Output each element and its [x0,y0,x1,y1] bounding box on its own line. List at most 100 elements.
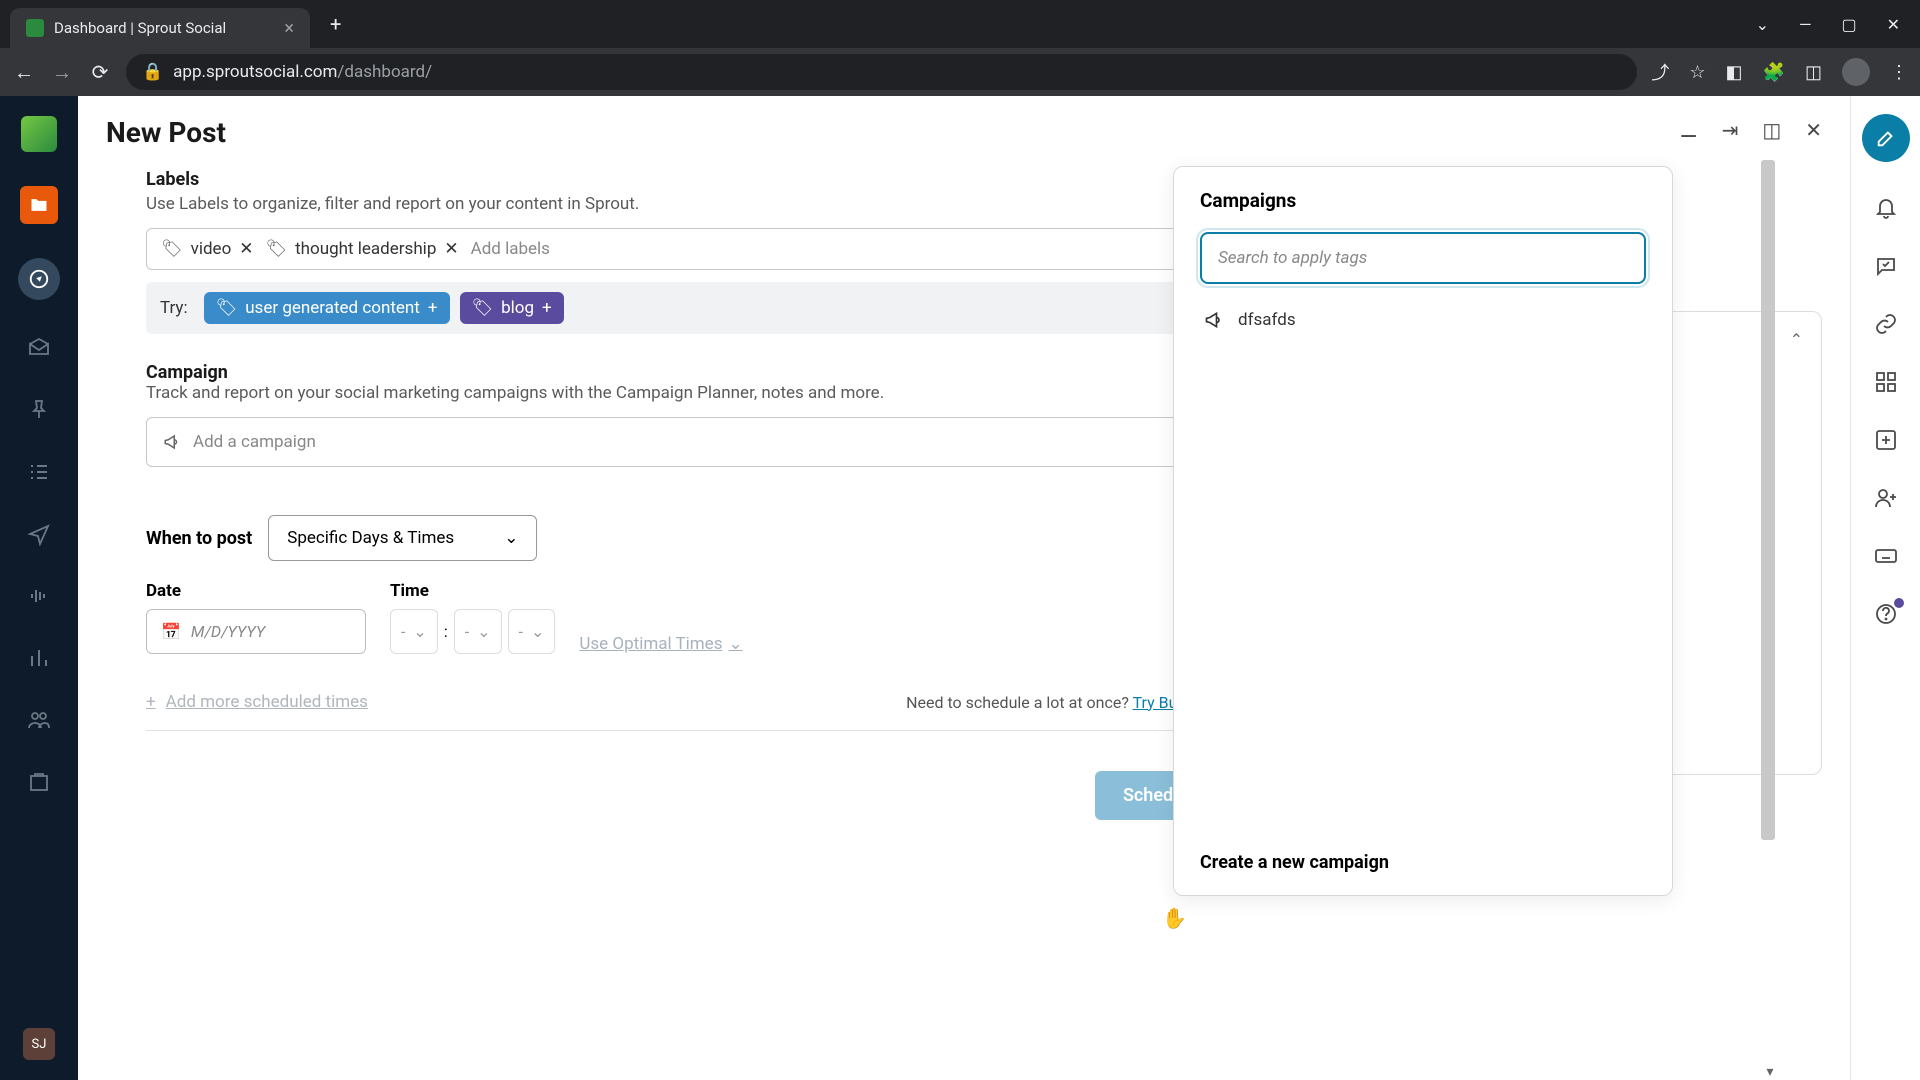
favicon-icon [26,19,44,37]
reload-button[interactable]: ⟳ [88,60,112,84]
extensions-icon[interactable]: 🧩 [1763,62,1785,83]
remove-label-icon[interactable]: ✕ [239,239,253,259]
folder-icon [29,195,49,215]
sidebar-item-pin[interactable] [25,396,53,424]
sidebar-item-send[interactable] [25,520,53,548]
campaigns-popover: Campaigns Search to apply tags dfsafds C… [1173,166,1673,896]
bookmark-icon[interactable]: ☆ [1689,62,1705,83]
profile-avatar-icon[interactable] [1842,58,1870,86]
maximize-icon[interactable]: ▢ [1841,15,1856,34]
add-icon: + [428,298,438,318]
extension-badge-icon[interactable]: ◧ [1726,62,1743,83]
collapse-preview-icon[interactable]: ⌃ [1790,330,1803,349]
scroll-down-icon[interactable]: ▾ [1761,1064,1779,1080]
chevron-down-icon: ⌄ [477,622,490,641]
megaphone-icon [163,433,181,451]
add-labels-placeholder: Add labels [471,239,550,259]
add-more-times-link[interactable]: + Add more scheduled times [146,692,368,712]
minimize-composer-icon[interactable]: ⚊ [1680,118,1698,142]
close-tab-icon[interactable]: × [284,18,294,39]
apps-button[interactable] [1874,370,1898,394]
time-label: Time [390,581,555,601]
back-button[interactable]: ← [12,60,36,85]
hour-select[interactable]: -⌄ [390,609,438,654]
help-button[interactable] [1874,602,1898,626]
link-icon [1874,312,1898,336]
compose-button[interactable] [1862,114,1910,162]
chevron-down-icon: ⌄ [728,634,742,654]
remove-label-icon[interactable]: ✕ [444,239,458,259]
chevron-down-icon[interactable]: ⌄ [1756,15,1769,34]
notifications-button[interactable] [1874,196,1898,220]
campaign-list-item[interactable]: dfsafds [1200,300,1646,340]
suggestions-row: Try: 🏷 user generated content + 🏷 blog +… [146,282,1272,334]
keyboard-button[interactable] [1874,544,1898,568]
sprout-logo-icon[interactable] [21,116,57,152]
minimize-icon[interactable]: — [1799,15,1812,34]
close-icon[interactable]: ✕ [1805,118,1822,142]
labels-description: Use Labels to organize, filter and repor… [146,194,1272,214]
sidepanel-icon[interactable]: ◫ [1805,62,1822,83]
use-optimal-times-link[interactable]: Use Optimal Times ⌄ [579,634,742,654]
main-content: New Post ⚊ ⇥ ◫ ✕ Labels Clear All Use La… [78,96,1850,1080]
new-tab-button[interactable]: + [330,12,341,36]
share-icon[interactable]: ⤴ [1651,59,1669,85]
dock-right-icon[interactable]: ⇥ [1722,118,1739,142]
tag-icon: 🏷 [161,239,183,259]
plus-icon: + [146,692,156,712]
suggestion-chip[interactable]: 🏷 blog + [460,292,564,324]
close-window-icon[interactable]: ✕ [1887,15,1900,34]
lock-icon: 🔒 [142,62,163,82]
scroll-thumb[interactable] [1761,160,1775,840]
chevron-down-icon: ⌄ [504,528,518,548]
try-label: Try: [160,298,188,318]
add-icon: + [542,298,552,318]
campaign-search-input[interactable]: Search to apply tags [1200,232,1646,284]
address-bar: ← → ⟳ 🔒 app.sproutsocial.com/dashboard/ … [0,48,1920,96]
list-icon [27,460,51,484]
link-button[interactable] [1874,312,1898,336]
add-people-button[interactable] [1874,486,1898,510]
minute-select[interactable]: -⌄ [454,609,502,654]
sidebar-item-compass[interactable] [18,258,60,300]
user-avatar[interactable]: SJ [23,1028,55,1060]
ampm-select[interactable]: -⌄ [508,609,556,654]
when-to-post-label: When to post [146,528,252,549]
sidebar-item-library[interactable] [25,768,53,796]
chat-button[interactable] [1874,254,1898,278]
chevron-down-icon: ⌄ [413,622,426,641]
add-people-icon [1874,486,1898,510]
url-host: app.sproutsocial.com/dashboard/ [173,62,432,82]
sidebar-item-people[interactable] [25,706,53,734]
sidebar-item-reports[interactable] [25,644,53,672]
url-input[interactable]: 🔒 app.sproutsocial.com/dashboard/ [126,54,1637,90]
labels-input[interactable]: 🏷 video ✕ 🏷 thought leadership ✕ Add lab… [146,228,1272,270]
sidebar-item-list[interactable] [25,458,53,486]
menu-icon[interactable]: ⋮ [1890,62,1908,83]
compose-icon [1875,127,1897,149]
compass-icon [28,268,50,290]
add-panel-button[interactable] [1874,428,1898,452]
when-to-post-select[interactable]: Specific Days & Times ⌄ [268,515,537,561]
sidebar-item-inbox[interactable] [25,334,53,362]
sidebar-item-folder[interactable] [20,186,58,224]
create-campaign-link[interactable]: Create a new campaign [1200,836,1646,873]
page-title: New Post [106,116,1822,149]
panel-icon[interactable]: ◫ [1762,118,1781,142]
label-chip: 🏷 video ✕ [161,239,254,259]
scrollbar[interactable]: ▴ ▾ [1761,160,1779,1080]
forward-button[interactable]: → [50,60,74,85]
window-controls: ⌄ — ▢ ✕ [1756,15,1910,34]
date-input[interactable]: 📅 M/D/YYYY [146,609,366,654]
suggestion-chip[interactable]: 🏷 user generated content + [204,292,450,324]
chart-icon [27,646,51,670]
sidebar-item-audio[interactable] [25,582,53,610]
date-label: Date [146,581,366,601]
campaign-input[interactable]: Add a campaign [146,417,1272,467]
sidebar-left: SJ [0,96,78,1080]
campaign-placeholder: Add a campaign [193,432,316,452]
browser-tab[interactable]: Dashboard | Sprout Social × [10,8,310,48]
campaign-heading: Campaign [146,362,1272,383]
tag-icon: 🏷 [266,239,288,259]
calendar-icon: 📅 [161,622,181,641]
